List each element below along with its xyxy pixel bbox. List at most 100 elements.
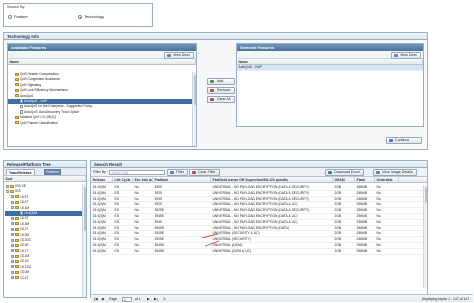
result-grid-body: 15.4(3)M ED No 3925 UNIVERSAL - NO PAYLOAD E… <box>91 185 423 288</box>
available-feature-item[interactable]: QoS Packet Classification <box>8 121 192 126</box>
result-cell: 2GB <box>334 248 342 253</box>
selected-view-desc-button[interactable]: View Desc <box>391 51 421 59</box>
result-column-header[interactable]: Est. Info Avl <box>133 177 153 182</box>
pager-refresh-icon[interactable]: ↻ <box>163 295 166 303</box>
continue-button[interactable]: Continue <box>386 137 422 144</box>
expand-icon[interactable]: + <box>11 270 14 274</box>
available-scrollbar[interactable] <box>192 72 197 146</box>
result-row[interactable]: 15.4(3)M ED No 3945E UNIVERSAL (DATA & UC) 2G… <box>91 249 423 255</box>
view-image-details-button[interactable]: View Image Details <box>373 169 417 176</box>
expand-icon[interactable]: + <box>11 243 14 247</box>
result-cell: 15.4(3)M <box>92 231 106 236</box>
view-desc-icon <box>167 53 172 57</box>
technology-info-panel: Technology Info Available Features View … <box>3 32 428 150</box>
result-cell: ED <box>114 225 120 230</box>
result-cell: No <box>376 242 381 247</box>
selected-name-column[interactable]: Name <box>237 59 423 64</box>
expand-icon[interactable]: + <box>11 216 14 220</box>
result-cell: 256MB <box>356 248 367 253</box>
remove-button[interactable]: Remove <box>207 87 235 94</box>
expand-icon[interactable]: + <box>11 195 14 199</box>
result-cell: UNIVERSAL (DATA & UC) <box>212 248 252 253</box>
clear-filter-button[interactable]: Clear Filter <box>189 169 220 176</box>
result-cell: No <box>134 185 139 189</box>
tab-platform[interactable]: Platform <box>44 169 62 175</box>
result-column-header[interactable]: FeatSet/License OR Supervisor/NX-OS spec… <box>211 177 333 182</box>
technology-radio[interactable] <box>78 14 82 19</box>
result-cell: 256MB <box>356 242 367 247</box>
pager-next-icon[interactable]: ▶ <box>147 295 150 303</box>
result-cell: 2GB <box>334 196 342 201</box>
clear-all-button[interactable]: Clear All <box>207 96 235 103</box>
feature-radio-option[interactable]: Feature <box>8 14 28 19</box>
folder-icon <box>15 227 19 231</box>
expand-icon[interactable]: + <box>11 276 14 280</box>
result-cell: UNIVERSAL (SECURITY) <box>212 237 251 242</box>
expand-icon[interactable]: + <box>11 249 14 253</box>
result-grid-header: Release Life Cycle Est. Info Avl Platform Fe… <box>91 177 427 183</box>
tab-train-release[interactable]: Train/Release <box>6 169 35 175</box>
expand-icon[interactable]: + <box>11 227 14 231</box>
result-scroll-thumb[interactable] <box>424 187 428 203</box>
filter-button[interactable]: Filter <box>167 169 188 176</box>
available-scroll-thumb[interactable] <box>193 75 197 105</box>
available-feature-label: AutoQoS - VoIP <box>24 98 48 103</box>
filter-field-select[interactable]: Select Field <box>109 169 165 175</box>
result-column-header[interactable]: Flash <box>355 177 375 182</box>
release-tree-scrollbar[interactable] <box>82 184 87 297</box>
expand-icon[interactable]: + <box>11 233 14 237</box>
download-excel-button[interactable]: Download Excel <box>325 169 364 176</box>
available-name-column[interactable]: Name <box>8 59 196 64</box>
expand-icon[interactable]: + <box>11 260 14 264</box>
continue-icon <box>389 139 393 142</box>
result-cell: ED <box>114 196 120 201</box>
expand-icon[interactable]: + <box>11 222 14 226</box>
result-cell: 256MB <box>356 196 367 201</box>
result-column-header[interactable]: Release <box>91 177 113 182</box>
result-column-header[interactable]: Platform <box>153 177 211 182</box>
pager-page-input[interactable]: 1 <box>122 296 132 302</box>
selected-feature-row[interactable]: AutoQoS - VoIP <box>237 65 423 71</box>
result-cell: ED <box>114 213 120 218</box>
release-tree-label: 15.1SG <box>20 264 32 269</box>
release-sort-column[interactable]: Sort <box>4 176 86 181</box>
release-tree-title: Release/Platform Tree <box>4 161 86 168</box>
release-tree-item[interactable]: +12.4T <box>5 276 82 281</box>
release-tree-label: 15.0M <box>20 270 30 275</box>
pager-last-icon[interactable]: ▶| <box>154 295 158 303</box>
folder-icon <box>15 195 19 199</box>
expand-icon[interactable]: + <box>11 265 14 269</box>
available-view-desc-button[interactable]: View Desc <box>164 51 194 59</box>
result-column-header[interactable]: DRAM <box>333 177 355 182</box>
clear-all-button-label: Clear All <box>217 97 231 101</box>
result-scrollbar[interactable] <box>423 185 428 288</box>
excel-icon <box>328 171 332 174</box>
selected-feature-label: AutoQoS - VoIP <box>238 65 262 69</box>
result-cell: 256MB <box>356 202 367 207</box>
result-cell: 3925 <box>154 190 162 195</box>
result-cell: 3945E <box>154 225 165 230</box>
result-column-header[interactable]: Orderable <box>375 177 399 182</box>
technology-radio-option[interactable]: Technology <box>78 14 104 19</box>
collapse-icon[interactable]: - <box>11 206 14 210</box>
result-cell: No <box>134 190 139 195</box>
result-cell: No <box>134 237 139 242</box>
collapse-icon[interactable]: - <box>6 190 9 194</box>
expand-icon[interactable]: + <box>11 238 14 242</box>
result-cell: No <box>376 190 381 195</box>
pager-first-icon[interactable]: |◀ <box>94 295 98 303</box>
result-column-header[interactable]: Life Cycle <box>113 177 133 182</box>
expand-icon[interactable]: + <box>11 200 14 204</box>
release-tree-label: 15.2T <box>20 227 29 232</box>
result-cell: 3925 <box>154 202 162 207</box>
feature-radio[interactable] <box>8 14 12 19</box>
expand-icon[interactable]: + <box>11 254 14 258</box>
folder-icon <box>15 206 19 210</box>
release-tree-scroll-thumb[interactable] <box>83 187 87 231</box>
remove-button-label: Remove <box>217 88 231 92</box>
pager-prev-icon[interactable]: ◀ <box>101 295 104 303</box>
add-button[interactable]: Add <box>207 78 235 85</box>
expand-icon[interactable]: + <box>6 184 9 188</box>
details-icon <box>376 171 380 174</box>
result-cell: UNIVERSAL - NO PAYLOAD ENCRYPTION (DATA … <box>212 185 310 189</box>
